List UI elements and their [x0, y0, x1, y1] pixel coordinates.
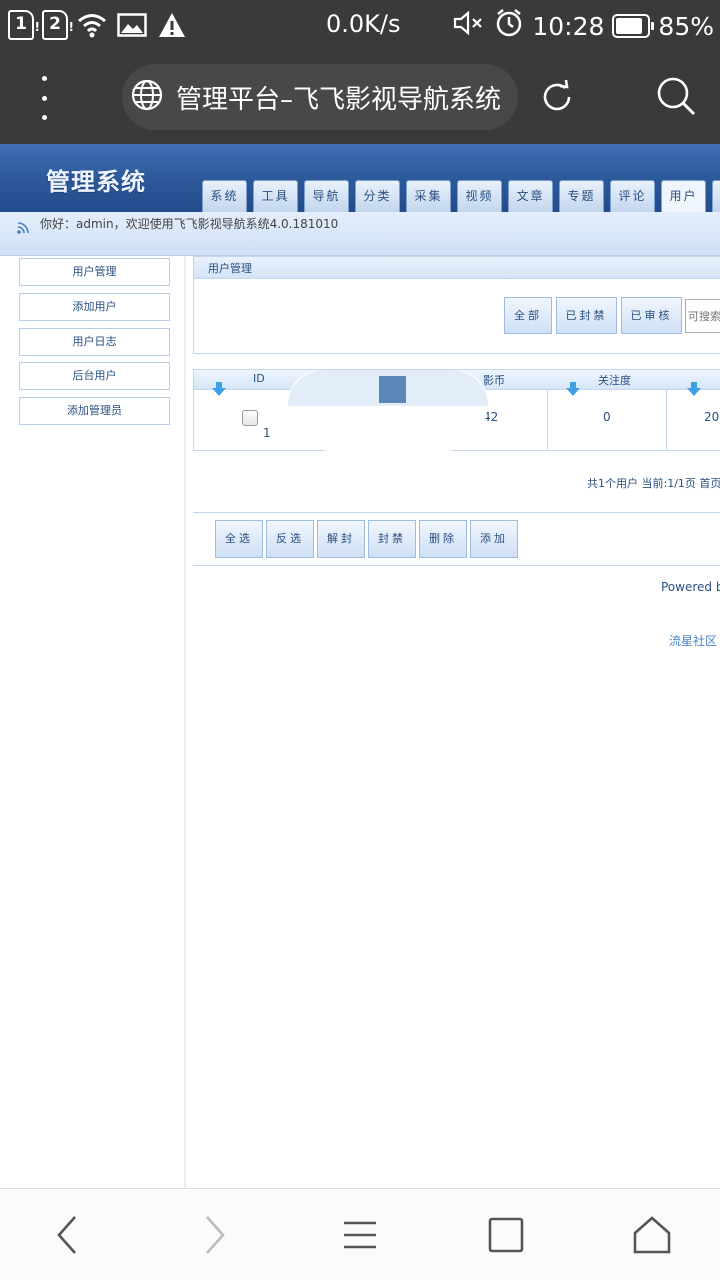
- tab-article[interactable]: 文章: [508, 180, 553, 212]
- tab-category[interactable]: 分类: [355, 180, 400, 212]
- powered-by: Powered by: [661, 580, 720, 594]
- pagination-text[interactable]: 共1个用户 当前:1/1页 首页: [587, 475, 720, 491]
- image-icon: [116, 10, 148, 40]
- search-icon[interactable]: [654, 74, 698, 122]
- panel-title: 用户管理: [194, 257, 720, 279]
- tab-more[interactable]: [712, 180, 720, 212]
- back-icon[interactable]: [38, 1207, 98, 1263]
- sort-arrow-icon[interactable]: [566, 382, 580, 396]
- row-checkbox[interactable]: [242, 410, 258, 426]
- browser-toolbar: 管理平台–飞飞影视导航系统: [0, 52, 720, 144]
- browser-bottom-nav: [0, 1188, 720, 1280]
- add-button[interactable]: 添加: [470, 520, 518, 558]
- invert-selection-button[interactable]: 反选: [266, 520, 314, 558]
- rss-icon: [16, 220, 30, 239]
- tab-navigation[interactable]: 导航: [304, 180, 349, 212]
- main-nav-tabs: 系统 工具 导航 分类 采集 视频 文章 专题 评论 用户: [202, 180, 720, 212]
- unban-button[interactable]: 解封: [317, 520, 365, 558]
- sidebar-item-add-user[interactable]: 添加用户: [19, 293, 170, 321]
- sidebar-item-admin-users[interactable]: 后台用户: [19, 362, 170, 390]
- delete-button[interactable]: 删除: [419, 520, 467, 558]
- filter-panel: 用户管理 全部 已封禁 已审核 可搜索: [193, 256, 720, 354]
- wifi-icon: [76, 10, 108, 40]
- warning-icon: [156, 10, 188, 40]
- ban-button[interactable]: 封禁: [368, 520, 416, 558]
- sort-arrow-icon[interactable]: [687, 382, 701, 396]
- community-link[interactable]: 流星社区: [669, 632, 717, 649]
- menu-icon[interactable]: [330, 1207, 390, 1263]
- cell-followers: 0: [603, 410, 611, 424]
- tab-comment[interactable]: 评论: [610, 180, 655, 212]
- search-input[interactable]: 可搜索: [685, 299, 720, 333]
- action-bar: 全选 反选 解封 封禁 删除 添加: [193, 514, 720, 566]
- redacted-block: [379, 376, 406, 403]
- tab-tools[interactable]: 工具: [253, 180, 298, 212]
- sim2-icon: 2: [42, 10, 74, 40]
- user-table: ID 影币 关注度 1 42 0 201: [193, 369, 720, 452]
- sidebar: 用户管理 添加用户 用户日志 后台用户 添加管理员: [0, 256, 186, 1188]
- address-bar[interactable]: 管理平台–飞飞影视导航系统: [122, 64, 518, 130]
- col-followers[interactable]: 关注度: [598, 372, 631, 388]
- tab-system[interactable]: 系统: [202, 180, 247, 212]
- forward-icon[interactable]: [184, 1207, 244, 1263]
- tab-video[interactable]: 视频: [457, 180, 502, 212]
- page-title: 管理平台–飞飞影视导航系统: [176, 84, 502, 115]
- clock-time: 10:28: [532, 11, 605, 41]
- sidebar-item-user-log[interactable]: 用户日志: [19, 328, 170, 356]
- welcome-bar: 你好：admin，欢迎使用飞飞影视导航系统4.0.181010: [0, 212, 720, 256]
- web-page: 管理系统 系统 工具 导航 分类 采集 视频 文章 专题 评论 用户 你好：ad…: [0, 144, 720, 1188]
- tab-topic[interactable]: 专题: [559, 180, 604, 212]
- filter-all-button[interactable]: 全部: [504, 297, 552, 334]
- battery-icon: [612, 14, 655, 38]
- tabs-icon[interactable]: [476, 1207, 536, 1263]
- pagination: 共1个用户 当前:1/1页 首页: [193, 451, 720, 513]
- net-speed: 0.0K/s: [326, 10, 401, 38]
- col-coins[interactable]: 影币: [483, 372, 505, 388]
- sim1-icon: 1: [8, 10, 40, 40]
- reload-icon[interactable]: [538, 78, 576, 120]
- select-all-button[interactable]: 全选: [215, 520, 263, 558]
- cell-id: 1: [263, 426, 271, 440]
- tab-user[interactable]: 用户: [661, 180, 706, 212]
- alarm-icon: [494, 8, 524, 44]
- menu-icon[interactable]: [38, 76, 50, 120]
- col-id[interactable]: ID: [253, 372, 265, 385]
- tab-collect[interactable]: 采集: [406, 180, 451, 212]
- cell-date: 201: [704, 410, 720, 424]
- sidebar-item-user-manage[interactable]: 用户管理: [19, 258, 170, 286]
- welcome-text: 你好：admin，欢迎使用飞飞影视导航系统4.0.181010: [40, 217, 339, 231]
- brand-title: 管理系统: [46, 168, 146, 196]
- home-icon[interactable]: [622, 1207, 682, 1263]
- mute-icon: [452, 9, 486, 43]
- globe-icon: [130, 78, 164, 116]
- admin-header: 管理系统 系统 工具 导航 分类 采集 视频 文章 专题 评论 用户: [0, 144, 720, 212]
- sidebar-item-add-admin[interactable]: 添加管理员: [19, 397, 170, 425]
- filter-banned-button[interactable]: 已封禁: [556, 297, 617, 334]
- status-bar: 1 2 0.0K/s 10:28 85%: [0, 0, 720, 52]
- sort-arrow-icon[interactable]: [212, 382, 226, 396]
- filter-approved-button[interactable]: 已审核: [621, 297, 682, 334]
- battery-level: 85%: [658, 11, 714, 41]
